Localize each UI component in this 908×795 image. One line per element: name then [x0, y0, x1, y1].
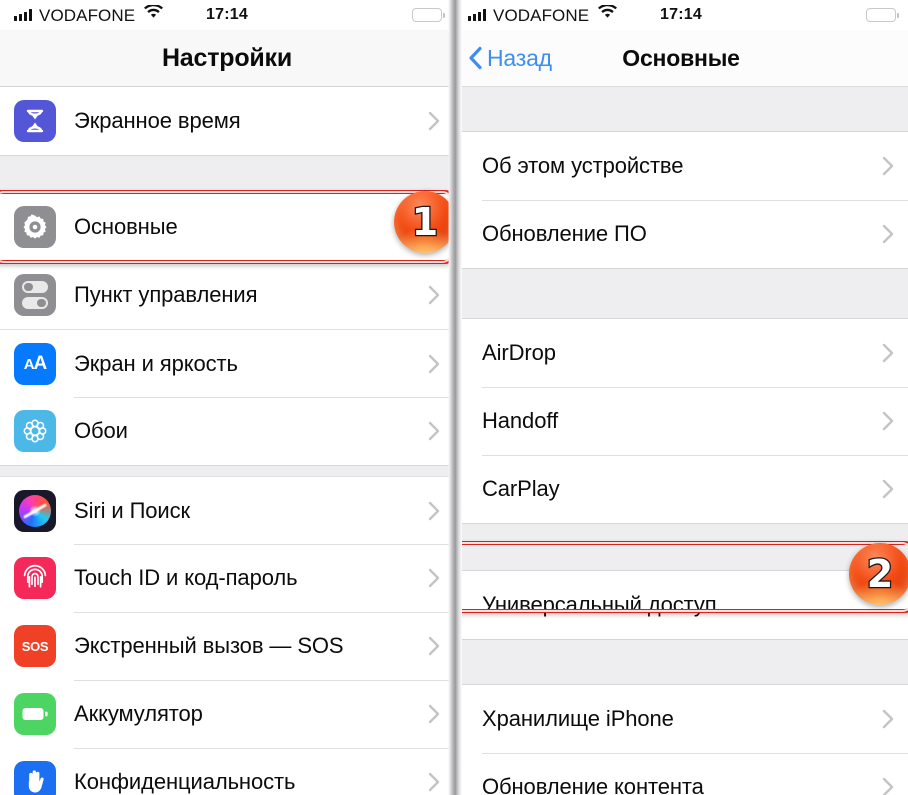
list-item-accessibility[interactable]: Универсальный доступ — [454, 571, 908, 639]
chevron-right-icon — [882, 343, 894, 363]
list-item-background-refresh[interactable]: Обновление контента — [454, 753, 908, 795]
right-group-separator-2 — [454, 523, 908, 571]
right-group-accessibility: Универсальный доступ — [454, 571, 908, 639]
left-nav-bar: Настройки — [0, 30, 454, 87]
screen-time-icon — [14, 100, 56, 142]
sidebar-item-label: Обои — [74, 418, 128, 443]
chevron-right-icon — [428, 285, 440, 305]
list-item-label: Универсальный доступ — [482, 592, 717, 617]
wallpaper-icon — [14, 410, 56, 452]
page-title: Настройки — [161, 43, 293, 72]
sidebar-item-touch-id[interactable]: Touch ID и код-пароль — [0, 544, 454, 612]
sidebar-item-label: Пункт управления — [74, 282, 258, 307]
sidebar-item-privacy[interactable]: Конфиденциальность — [0, 748, 454, 795]
chevron-right-icon — [428, 111, 440, 131]
left-group-screen-time: Экранное время — [0, 87, 454, 155]
chevron-right-icon — [428, 501, 440, 521]
sidebar-item-label: Основные — [74, 214, 178, 239]
right-phone-screen: VODAFONE 17:14 Назад Основные Об этом ус… — [454, 0, 908, 795]
sidebar-item-label: Аккумулятор — [74, 701, 203, 726]
right-group-separator-0 — [454, 87, 908, 132]
left-phone-screen: VODAFONE 17:14 Настройки Экранное время — [0, 0, 454, 795]
chevron-right-icon — [882, 224, 894, 244]
touch-id-icon — [14, 557, 56, 599]
battery-icon — [14, 693, 56, 735]
back-button-label: Назад — [487, 44, 552, 71]
sidebar-item-control-center[interactable]: Пункт управления — [0, 261, 454, 329]
sidebar-item-battery[interactable]: Аккумулятор — [0, 680, 454, 748]
list-item-handoff[interactable]: Handoff — [454, 387, 908, 455]
chevron-right-icon — [882, 156, 894, 176]
right-group-connectivity: AirDrop Handoff CarPlay — [454, 319, 908, 523]
list-item-airdrop[interactable]: AirDrop — [454, 319, 908, 387]
chevron-right-icon — [428, 636, 440, 656]
status-bar-left: VODAFONE 17:14 — [0, 0, 454, 30]
back-button[interactable]: Назад — [468, 45, 552, 72]
status-bar-right-cluster — [866, 8, 900, 22]
sidebar-item-display-brightness[interactable]: AA Экран и яркость — [0, 329, 454, 397]
list-item-about-device[interactable]: Об этом устройстве — [454, 132, 908, 200]
gear-icon — [14, 206, 56, 248]
siri-icon — [14, 489, 56, 532]
list-item-carplay[interactable]: CarPlay — [454, 455, 908, 523]
sidebar-item-label: Touch ID и код-пароль — [74, 565, 298, 590]
sidebar-item-label: Экстренный вызов — SOS — [74, 633, 344, 658]
list-item-label: Об этом устройстве — [482, 153, 684, 178]
sidebar-item-label: Экранное время — [74, 108, 241, 133]
chevron-right-icon — [882, 411, 894, 431]
chevron-left-icon — [468, 46, 483, 70]
list-item-label: Обновление ПО — [482, 221, 647, 246]
status-bar-right: VODAFONE 17:14 — [454, 0, 908, 30]
clock-label: 17:14 — [660, 6, 702, 23]
right-group-separator-1 — [454, 268, 908, 319]
sidebar-item-siri-search[interactable]: Siri и Поиск — [0, 476, 454, 544]
battery-full-icon — [866, 8, 900, 22]
list-item-iphone-storage[interactable]: Хранилище iPhone — [454, 685, 908, 753]
list-item-label: AirDrop — [482, 340, 556, 365]
battery-full-icon — [412, 8, 446, 22]
list-item-label: Обновление контента — [482, 774, 704, 795]
chevron-right-icon — [882, 479, 894, 499]
chevron-right-icon — [428, 568, 440, 588]
list-item-software-update[interactable]: Обновление ПО — [454, 200, 908, 268]
sidebar-item-general[interactable]: Основные — [0, 193, 454, 261]
left-group-display: AA Экран и яркость Обои — [0, 329, 454, 465]
chevron-right-icon — [428, 421, 440, 441]
display-brightness-icon: AA — [14, 342, 56, 385]
right-group-separator-3 — [454, 639, 908, 685]
chevron-right-icon — [882, 709, 894, 729]
right-group-about: Об этом устройстве Обновление ПО — [454, 132, 908, 268]
sidebar-item-emergency-sos[interactable]: SOS Экстренный вызов — SOS — [0, 612, 454, 680]
sos-icon: SOS — [14, 625, 56, 667]
sidebar-item-label: Конфиденциальность — [74, 769, 296, 794]
sidebar-item-label: Экран и яркость — [74, 350, 238, 376]
sidebar-item-wallpaper[interactable]: Обои — [0, 397, 454, 465]
list-item-label: CarPlay — [482, 476, 560, 501]
right-group-storage: Хранилище iPhone Обновление контента — [454, 685, 908, 795]
chevron-right-icon — [428, 704, 440, 724]
privacy-hand-icon — [14, 761, 56, 795]
sidebar-item-label: Siri и Поиск — [74, 497, 191, 523]
right-nav-bar: Назад Основные — [454, 30, 908, 87]
clock-label: 17:14 — [206, 6, 248, 23]
status-bar-right-cluster — [412, 8, 446, 22]
chevron-right-icon — [428, 772, 440, 792]
control-center-icon — [14, 274, 56, 316]
list-item-label: Хранилище iPhone — [482, 706, 674, 731]
left-group-general: Основные Пункт управления — [0, 193, 454, 329]
left-group-separator-2 — [0, 465, 454, 476]
left-group-privacy: Siri и Поиск Touch ID и код-пароль SOS Э… — [0, 476, 454, 795]
two-screenshot-comparison: VODAFONE 17:14 Настройки Экранное время — [0, 0, 908, 795]
sidebar-item-screen-time[interactable]: Экранное время — [0, 87, 454, 155]
chevron-right-icon — [882, 777, 894, 795]
left-group-separator-1 — [0, 155, 454, 193]
list-item-label: Handoff — [482, 408, 558, 433]
chevron-right-icon — [428, 354, 440, 374]
